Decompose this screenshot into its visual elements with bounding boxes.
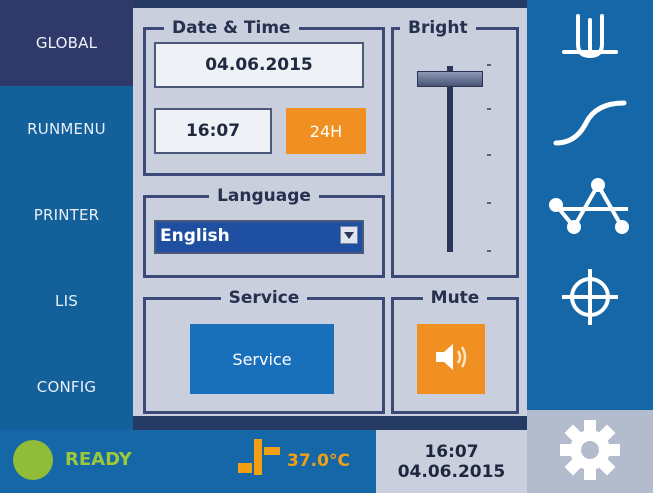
nav-lis[interactable]: LIS <box>0 258 133 344</box>
crosshair-button[interactable] <box>527 249 653 349</box>
clock-date: 04.06.2015 <box>397 462 506 482</box>
tick-mark <box>487 64 491 66</box>
service-button-label: Service <box>232 349 292 369</box>
ready-status-text: READY <box>65 449 132 470</box>
settings-panel: Date & Time 04.06.2015 16:07 24H Bright … <box>133 8 527 416</box>
tick-mark <box>487 154 491 156</box>
crosshair-icon <box>558 265 622 333</box>
time-value: 16:07 <box>185 121 241 141</box>
cuvette-button[interactable] <box>527 0 653 83</box>
right-toolbar <box>527 0 653 493</box>
tick-mark <box>487 108 491 110</box>
thermometer-icon <box>232 437 284 487</box>
speaker-icon <box>433 341 469 377</box>
date-value: 04.06.2015 <box>205 55 313 75</box>
ready-indicator <box>13 440 53 480</box>
screen: GLOBAL RUNMENU PRINTER LIS CONFIG Date &… <box>0 0 653 493</box>
language-title: Language <box>217 186 311 206</box>
service-title: Service <box>228 288 300 308</box>
curve-icon <box>550 91 630 159</box>
service-button[interactable]: Service <box>190 324 334 394</box>
nav-global[interactable]: GLOBAL <box>0 0 133 86</box>
nav-label: RUNMENU <box>27 120 106 138</box>
date-field[interactable]: 04.06.2015 <box>154 42 364 88</box>
gear-icon <box>558 418 622 486</box>
mute-button[interactable] <box>417 324 485 394</box>
brightness-title: Bright <box>408 18 468 38</box>
status-clock: 16:07 04.06.2015 <box>376 430 527 493</box>
zigzag-icon <box>548 171 632 245</box>
time-format-button[interactable]: 24H <box>286 108 366 154</box>
nav-label: PRINTER <box>33 206 100 224</box>
nav-config[interactable]: CONFIG <box>0 344 133 430</box>
nav-runmenu[interactable]: RUNMENU <box>0 86 133 172</box>
chevron-down-icon[interactable] <box>340 226 358 244</box>
time-format-label: 24H <box>309 121 343 141</box>
brightness-group: Bright <box>391 20 519 278</box>
nav-label: GLOBAL <box>35 34 98 52</box>
curve-button[interactable] <box>527 83 653 166</box>
language-select[interactable]: English <box>154 220 364 254</box>
brightness-track <box>447 66 453 252</box>
nav-label: CONFIG <box>36 378 97 396</box>
cuvette-icon <box>558 8 622 76</box>
temperature-value: 37.0°C <box>287 451 350 471</box>
date-time-title: Date & Time <box>172 18 291 38</box>
tick-mark <box>487 202 491 204</box>
left-nav: GLOBAL RUNMENU PRINTER LIS CONFIG <box>0 0 133 430</box>
nav-label: LIS <box>55 292 78 310</box>
mute-title: Mute <box>430 288 480 308</box>
clock-time: 16:07 <box>424 442 479 462</box>
zigzag-button[interactable] <box>527 166 653 249</box>
nav-printer[interactable]: PRINTER <box>0 172 133 258</box>
brightness-slider-thumb[interactable] <box>417 71 483 87</box>
time-field[interactable]: 16:07 <box>154 108 272 154</box>
settings-button[interactable] <box>527 410 653 493</box>
language-value: English <box>160 226 230 246</box>
tick-mark <box>487 250 491 252</box>
